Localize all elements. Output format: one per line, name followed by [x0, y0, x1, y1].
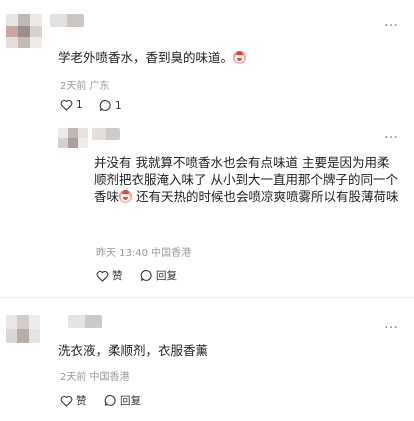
divider [0, 297, 414, 298]
reply-label: 回复 [156, 270, 177, 282]
like-label: 赞 [112, 270, 123, 282]
comment-bubble-icon [99, 100, 111, 111]
like-button[interactable]: 赞 [60, 393, 87, 408]
avatar[interactable] [58, 128, 88, 148]
heart-icon [60, 395, 73, 407]
reply-thread: … 并没有 我就算不喷香水也会有点味道 主要是因为用柔顺剂把衣服淹入味了 从小到… [58, 122, 414, 304]
username[interactable] [68, 315, 102, 328]
reply-label: 回复 [120, 395, 141, 407]
comment-meta: 2天前 中国香港 [60, 372, 130, 383]
clown-face-emoji-icon [233, 51, 247, 64]
username[interactable] [50, 14, 84, 27]
comment-text: 洗衣液，柔顺剂，衣服香薰 [58, 343, 209, 358]
like-button[interactable]: 赞 [96, 268, 123, 283]
clown-face-emoji-icon [119, 190, 133, 203]
comment-text: 学老外喷香水，香到臭的味道。 [58, 49, 388, 66]
username[interactable] [92, 128, 120, 140]
comment-bubble-icon [104, 395, 116, 406]
heart-icon [60, 99, 73, 111]
comment-meta: 2天前 广东 [60, 81, 110, 92]
reply-button[interactable]: 回复 [140, 268, 177, 283]
like-count: 1 [76, 99, 83, 111]
more-icon[interactable]: … [384, 14, 399, 30]
more-icon[interactable]: … [384, 126, 399, 142]
heart-icon [96, 270, 109, 282]
reply-button[interactable]: 回复 [104, 393, 141, 408]
reply-meta: 昨天 13:40 中国香港 [96, 248, 192, 259]
like-button[interactable]: 1 [60, 99, 83, 111]
reply-count: 1 [115, 99, 122, 112]
like-label: 赞 [76, 395, 87, 407]
reply-text: 并没有 我就算不喷香水也会有点味道 主要是因为用柔顺剂把衣服淹入味了 从小到大一… [94, 155, 399, 204]
reply-button[interactable]: 1 [99, 99, 122, 112]
more-icon[interactable]: … [384, 316, 399, 332]
avatar[interactable] [6, 315, 40, 343]
avatar[interactable] [6, 14, 42, 48]
comment-bubble-icon [140, 270, 152, 281]
